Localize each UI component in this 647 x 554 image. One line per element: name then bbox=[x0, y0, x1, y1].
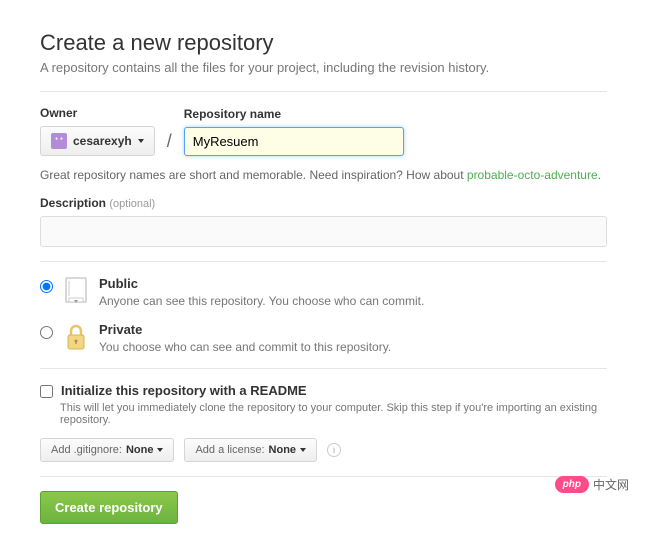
owner-repo-separator: / bbox=[165, 131, 174, 156]
page-title: Create a new repository bbox=[40, 30, 607, 56]
readme-hint: This will let you immediately clone the … bbox=[60, 402, 607, 426]
divider bbox=[40, 476, 607, 477]
lock-icon bbox=[63, 322, 89, 352]
private-title: Private bbox=[99, 322, 391, 337]
info-icon[interactable]: i bbox=[327, 443, 341, 457]
description-input[interactable] bbox=[40, 216, 607, 247]
readme-label: Initialize this repository with a README bbox=[61, 383, 307, 398]
license-select-button[interactable]: Add a license: None bbox=[184, 438, 317, 462]
repo-public-icon bbox=[63, 276, 89, 306]
private-desc: You choose who can see and commit to thi… bbox=[99, 340, 391, 354]
repo-name-hint: Great repository names are short and mem… bbox=[40, 168, 607, 182]
watermark-text: 中文网 bbox=[593, 476, 629, 493]
public-radio[interactable] bbox=[40, 280, 53, 293]
owner-avatar-icon bbox=[51, 133, 67, 149]
suggestion-link[interactable]: probable-octo-adventure bbox=[467, 168, 598, 182]
repo-name-label: Repository name bbox=[184, 107, 404, 121]
description-label: Description (optional) bbox=[40, 196, 607, 210]
readme-checkbox[interactable] bbox=[40, 385, 53, 398]
owner-label: Owner bbox=[40, 106, 155, 120]
repo-name-input[interactable] bbox=[184, 127, 404, 156]
page-subtitle: A repository contains all the files for … bbox=[40, 60, 607, 75]
gitignore-select-button[interactable]: Add .gitignore: None bbox=[40, 438, 174, 462]
divider bbox=[40, 368, 607, 369]
watermark: php 中文网 bbox=[555, 476, 629, 493]
watermark-pill: php bbox=[555, 476, 589, 493]
private-radio[interactable] bbox=[40, 326, 53, 339]
public-desc: Anyone can see this repository. You choo… bbox=[99, 294, 424, 308]
divider bbox=[40, 91, 607, 92]
owner-username: cesarexyh bbox=[73, 134, 132, 148]
create-repository-button[interactable]: Create repository bbox=[40, 491, 178, 524]
chevron-down-icon bbox=[300, 448, 306, 452]
chevron-down-icon bbox=[138, 139, 144, 143]
public-title: Public bbox=[99, 276, 424, 291]
chevron-down-icon bbox=[157, 448, 163, 452]
owner-select-button[interactable]: cesarexyh bbox=[40, 126, 155, 156]
divider bbox=[40, 261, 607, 262]
